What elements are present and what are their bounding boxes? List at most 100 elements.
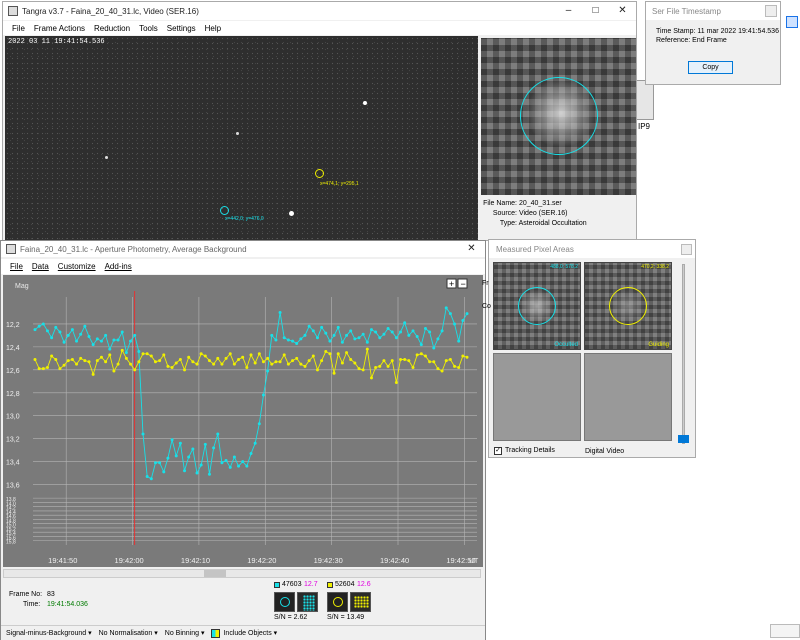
data-point-526043 xyxy=(83,359,87,363)
data-point-526043 xyxy=(328,352,332,356)
video-frame[interactable]: 2022 03 11 19:41:54.536 x=474,1; y=295,1… xyxy=(5,36,478,241)
photometry-titlebar[interactable]: Faina_20_40_31.lc - Aperture Photometry,… xyxy=(1,241,485,257)
menu-frame-actions[interactable]: Frame Actions xyxy=(34,24,85,33)
data-point-526043 xyxy=(365,347,369,351)
data-point-526043 xyxy=(403,358,407,361)
data-point-526043 xyxy=(465,355,469,359)
data-point-526043 xyxy=(174,361,178,365)
data-point-526043 xyxy=(58,367,62,371)
data-point-476038 xyxy=(291,339,295,343)
close-button[interactable]: ✕ xyxy=(609,2,636,20)
minimize-button[interactable]: – xyxy=(555,2,582,20)
pixel-areas-titlebar[interactable]: Measured Pixel Areas xyxy=(489,240,695,258)
x-axis-unit-label: UT xyxy=(469,558,479,565)
data-point-476038 xyxy=(153,461,157,465)
data-point-476038 xyxy=(108,347,112,351)
data-point-526043 xyxy=(203,354,207,358)
chart-scrollbar-thumb[interactable] xyxy=(204,570,226,577)
star-dim xyxy=(236,132,239,135)
ser-dialog-close-button[interactable] xyxy=(765,5,777,17)
data-point-526043 xyxy=(419,352,423,356)
data-point-476038 xyxy=(282,336,286,340)
star-bright xyxy=(363,101,367,105)
data-point-526043 xyxy=(62,363,66,367)
tracking-details-checkbox[interactable]: ✓ xyxy=(494,447,502,455)
desktop-window-icon[interactable] xyxy=(786,16,798,28)
menu-help[interactable]: Help xyxy=(205,24,221,33)
data-point-476038 xyxy=(75,339,79,343)
file-info-panel: File Name: 20_40_31.ser Source: Video (S… xyxy=(483,199,633,229)
lc-menu-file[interactable]: File xyxy=(10,262,23,271)
menu-file[interactable]: File xyxy=(12,24,25,33)
data-point-526043 xyxy=(311,354,315,358)
menu-reduction[interactable]: Reduction xyxy=(94,24,130,33)
data-point-526043 xyxy=(299,362,303,366)
data-point-476038 xyxy=(245,464,249,468)
data-point-526043 xyxy=(336,352,340,356)
tangra-side-label-fr: Fr xyxy=(482,280,489,287)
data-point-476038 xyxy=(461,319,465,322)
menu-settings[interactable]: Settings xyxy=(167,24,196,33)
data-point-476038 xyxy=(104,333,108,337)
photometry-close-button[interactable]: ✕ xyxy=(458,241,485,257)
light-curve-chart[interactable]: 12,212,412,612,813,013,213,413,613,814,0… xyxy=(3,275,483,567)
data-point-526043 xyxy=(170,366,174,370)
ser-timestamp-text: Time Stamp: 11 mar 2022 19:41:54.536 xyxy=(656,28,779,35)
data-point-476038 xyxy=(66,333,70,337)
vertical-slider-thumb[interactable] xyxy=(678,435,689,443)
normalisation-dropdown[interactable]: No Normalisation ▾ xyxy=(99,629,158,637)
ser-dialog-titlebar[interactable]: Ser File Timestamp xyxy=(646,2,780,20)
obj1-sn: S/N = 2.62 xyxy=(274,614,308,621)
data-point-526043 xyxy=(423,354,427,358)
y-tick-label: 12,4 xyxy=(6,345,20,352)
data-point-526043 xyxy=(266,356,270,360)
data-point-476038 xyxy=(199,463,203,467)
x-tick-label: 19:42:40 xyxy=(380,556,409,565)
data-point-476038 xyxy=(274,338,278,342)
obj2-mag: 12.6 xyxy=(357,581,371,588)
vertical-slider-track[interactable] xyxy=(682,264,685,444)
guiding-label: Guiding xyxy=(648,342,669,348)
source-label: Source: xyxy=(492,210,517,217)
data-point-526043 xyxy=(45,366,49,370)
data-point-526043 xyxy=(436,367,440,371)
data-point-476038 xyxy=(178,441,182,445)
data-point-476038 xyxy=(332,333,336,337)
obj1-psf-ring xyxy=(280,597,290,607)
include-objects-dropdown[interactable]: Include Objects ▾ xyxy=(223,629,277,637)
pixel-areas-close-button[interactable] xyxy=(681,244,692,255)
maximize-button[interactable]: □ xyxy=(582,2,609,20)
chart-scrollbar[interactable] xyxy=(3,569,481,578)
lc-menu-addins[interactable]: Add-ins xyxy=(105,262,132,271)
digital-video-label: Digital Video xyxy=(585,448,625,455)
lc-menu-customize[interactable]: Customize xyxy=(58,262,96,271)
data-point-526043 xyxy=(54,358,58,361)
data-point-476038 xyxy=(141,432,145,436)
y-tick-label: 15,8 xyxy=(6,540,16,546)
data-point-476038 xyxy=(394,336,398,340)
data-point-526043 xyxy=(224,356,228,360)
data-point-476038 xyxy=(324,331,328,335)
data-point-476038 xyxy=(124,351,128,355)
signal-mode-dropdown[interactable]: Signal-minus-Background ▾ xyxy=(6,629,92,637)
data-point-476038 xyxy=(286,338,290,342)
data-point-526043 xyxy=(315,368,319,372)
data-point-476038 xyxy=(423,327,427,331)
data-point-526043 xyxy=(137,360,141,364)
data-point-526043 xyxy=(70,358,74,361)
data-point-476038 xyxy=(365,340,369,344)
data-point-526043 xyxy=(178,358,182,361)
data-point-526043 xyxy=(158,359,162,363)
occulted-coords: 488,0; 578,2 xyxy=(550,264,578,270)
binning-dropdown[interactable]: No Binning ▾ xyxy=(165,629,205,637)
x-tick-label: 19:42:00 xyxy=(115,556,144,565)
tangra-titlebar[interactable]: Tangra v3.7 - Faina_20_40_31.lc, Video (… xyxy=(3,2,636,20)
obj2-psf-ring xyxy=(333,597,343,607)
menu-tools[interactable]: Tools xyxy=(139,24,158,33)
data-point-476038 xyxy=(54,325,58,329)
data-point-526043 xyxy=(286,362,290,366)
data-point-476038 xyxy=(369,328,373,332)
star-dim xyxy=(105,156,108,159)
copy-button[interactable]: Copy xyxy=(688,61,733,74)
lc-menu-data[interactable]: Data xyxy=(32,262,49,271)
